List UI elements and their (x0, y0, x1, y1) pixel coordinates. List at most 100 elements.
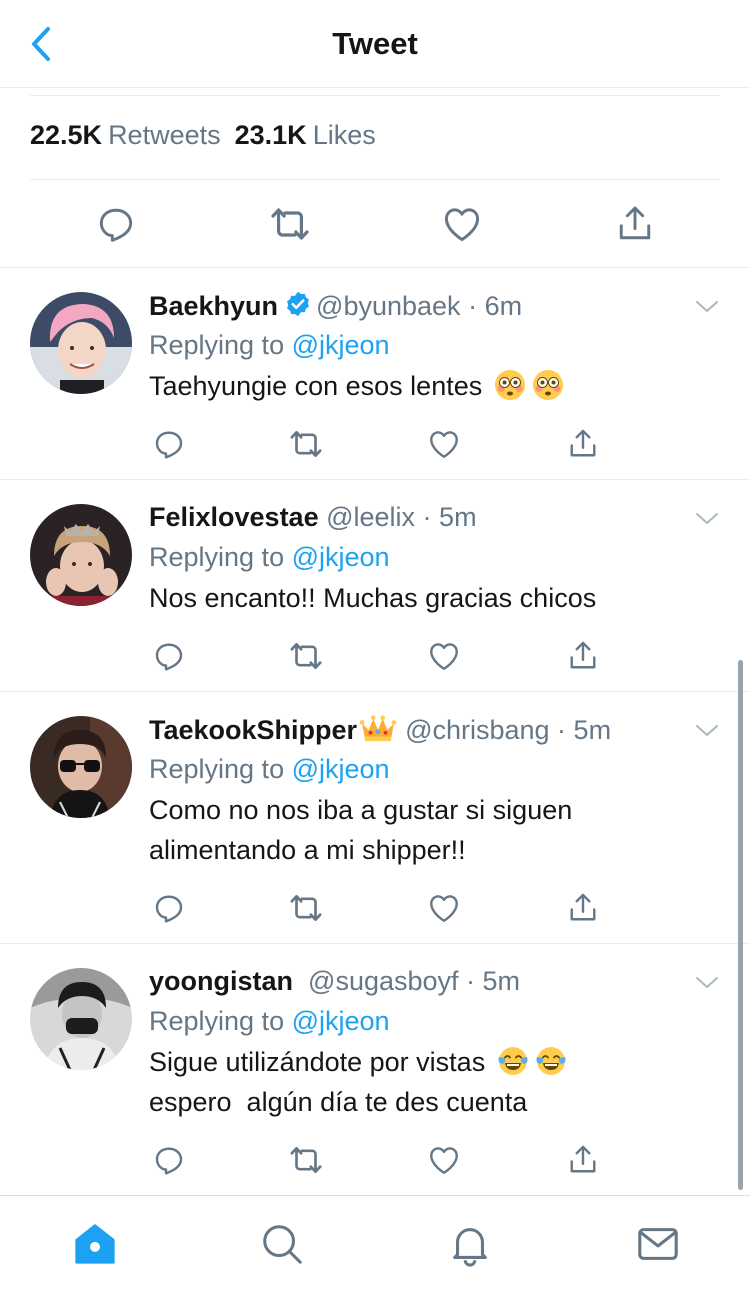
reply-text: Taehyungie con esos lentes (149, 366, 709, 406)
reply-header: TaekookShipper @chrisbang · 5m (149, 714, 611, 746)
display-name[interactable]: TaekookShipper (149, 715, 357, 745)
display-name[interactable]: Baekhyun (149, 291, 278, 321)
share-button[interactable] (563, 636, 603, 676)
reply-tweet[interactable]: Baekhyun @byunbaek · 6m Replying to @jkje… (0, 268, 750, 479)
share-button[interactable] (563, 888, 603, 928)
reply-text-line: Sigue utilizándote por vistas (149, 1047, 486, 1077)
separator-dot: · (549, 715, 574, 745)
reply-button[interactable] (149, 424, 189, 464)
crown-emoji-icon (359, 714, 397, 744)
chevron-down-icon[interactable] (694, 510, 720, 528)
reply-text: Como no nos iba a gustar si siguen alime… (149, 790, 709, 870)
reply-button[interactable] (149, 1140, 189, 1180)
scrollbar[interactable] (738, 660, 743, 1190)
tweet-stats: 22.5K Retweets 23.1K Likes (30, 120, 390, 151)
user-handle[interactable]: @chrisbang (405, 715, 549, 745)
display-name[interactable]: yoongistan (149, 966, 293, 996)
like-button[interactable] (434, 196, 490, 252)
heart-icon (426, 1142, 462, 1178)
separator-dot: · (458, 966, 483, 996)
avatar[interactable] (30, 968, 132, 1070)
separator-dot: · (415, 502, 440, 532)
reply-text-content: Taehyungie con esos lentes (149, 371, 483, 401)
user-handle[interactable]: @leelix (326, 502, 415, 532)
reply-tweet[interactable]: TaekookShipper @chrisbang · 5m Replying t… (0, 692, 750, 943)
reply-tweet[interactable]: yoongistan @sugasboyf · 5m Replying to @… (0, 944, 750, 1195)
share-icon (565, 1142, 601, 1178)
reply-action-bar (149, 1140, 609, 1180)
tab-notifications[interactable] (446, 1220, 494, 1268)
retweet-icon (286, 888, 326, 928)
reply-text-line: espero algún día te des cuenta (149, 1087, 528, 1117)
retweet-button[interactable] (262, 196, 318, 252)
timestamp: 6m (484, 291, 523, 321)
reply-text-line: Como no nos iba a gustar si siguen (149, 795, 573, 825)
reply-header: yoongistan @sugasboyf · 5m (149, 966, 520, 997)
avatar[interactable] (30, 292, 132, 394)
share-button[interactable] (563, 1140, 603, 1180)
chevron-down-icon[interactable] (694, 974, 720, 992)
timestamp: 5m (439, 502, 477, 532)
retweet-button[interactable] (286, 888, 326, 928)
reply-action-bar (149, 888, 609, 928)
chevron-down-icon[interactable] (694, 722, 720, 740)
like-button[interactable] (424, 888, 464, 928)
reply-icon (151, 890, 187, 926)
reply-text-line: alimentando a mi shipper!! (149, 835, 466, 865)
like-button[interactable] (424, 424, 464, 464)
tab-search[interactable] (258, 1220, 306, 1268)
reply-icon (151, 426, 187, 462)
share-icon (565, 638, 601, 674)
tab-bar (0, 1195, 750, 1294)
retweet-icon (286, 1140, 326, 1180)
replying-prefix: Replying to (149, 1006, 285, 1036)
retweet-icon (286, 424, 326, 464)
display-name[interactable]: Felixlovestae (149, 502, 319, 532)
mention-link[interactable]: @jkjeon (292, 542, 390, 572)
tab-messages[interactable] (634, 1220, 682, 1268)
likes-label: Likes (312, 120, 376, 150)
divider (30, 95, 720, 96)
mention-link[interactable]: @jkjeon (292, 754, 390, 784)
share-button[interactable] (607, 196, 663, 252)
divider (30, 179, 720, 180)
retweet-button[interactable] (286, 424, 326, 464)
user-handle[interactable]: @byunbaek (316, 291, 461, 321)
replying-prefix: Replying to (149, 542, 285, 572)
heart-icon (426, 426, 462, 462)
like-button[interactable] (424, 636, 464, 676)
tears-of-joy-emoji-icon (497, 1045, 529, 1077)
retweets-label: Retweets (108, 120, 221, 150)
likes-stat[interactable]: 23.1K Likes (235, 120, 390, 150)
like-button[interactable] (424, 1140, 464, 1180)
retweets-stat[interactable]: 22.5K Retweets (30, 120, 235, 150)
tears-of-joy-emoji-icon (535, 1045, 567, 1077)
retweet-button[interactable] (286, 636, 326, 676)
flushed-face-emoji-icon (532, 369, 564, 401)
reply-header: Baekhyun @byunbaek · 6m (149, 290, 522, 322)
user-handle[interactable]: @sugasboyf (308, 966, 459, 996)
nav-bar: Tweet (0, 0, 750, 88)
mention-link[interactable]: @jkjeon (292, 1006, 390, 1036)
page-title: Tweet (332, 26, 418, 61)
reply-button[interactable] (88, 196, 144, 252)
home-icon (75, 1224, 115, 1264)
avatar[interactable] (30, 716, 132, 818)
reply-tweet[interactable]: Felixlovestae @leelix · 5m Replying to @… (0, 480, 750, 691)
share-button[interactable] (563, 424, 603, 464)
tweet-action-bar (0, 196, 750, 252)
likes-count: 23.1K (234, 120, 307, 150)
retweet-button[interactable] (286, 1140, 326, 1180)
replying-to: Replying to @jkjeon (149, 1006, 390, 1037)
reply-icon (151, 1142, 187, 1178)
replying-to: Replying to @jkjeon (149, 542, 390, 573)
reply-button[interactable] (149, 888, 189, 928)
chevron-down-icon[interactable] (694, 298, 720, 316)
replying-to: Replying to @jkjeon (149, 330, 390, 361)
reply-text: Sigue utilizándote por vistas espero alg… (149, 1042, 709, 1122)
timestamp: 5m (573, 715, 612, 745)
avatar[interactable] (30, 504, 132, 606)
tab-home[interactable] (71, 1220, 119, 1268)
mention-link[interactable]: @jkjeon (292, 330, 390, 360)
reply-button[interactable] (149, 636, 189, 676)
